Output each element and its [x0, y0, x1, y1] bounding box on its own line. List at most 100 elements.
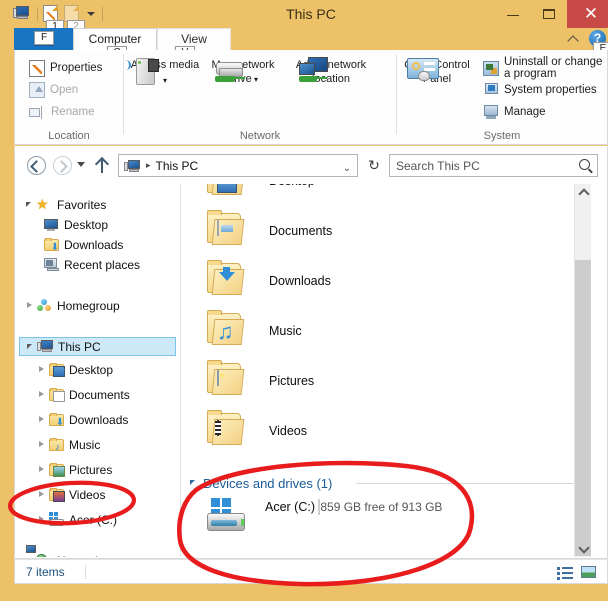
music-folder-icon: ♪ — [48, 437, 65, 453]
homegroup-icon — [36, 298, 53, 313]
drive-tile-acer-c[interactable]: Acer (C:) 859 GB free of 913 GB — [181, 498, 442, 538]
documents-folder-icon — [48, 387, 65, 402]
list-item-label: Documents — [269, 224, 333, 238]
open-icon — [29, 82, 45, 98]
refresh-icon[interactable]: ↻ — [366, 157, 382, 173]
local-disk-icon — [43, 512, 65, 527]
chevron-collapsed-icon[interactable] — [35, 463, 48, 476]
properties-icon — [29, 59, 45, 77]
sidebar-item-acer-c[interactable]: Acer (C:) — [35, 510, 117, 529]
manage-icon — [483, 104, 499, 120]
chevron-collapsed-icon[interactable] — [23, 554, 36, 557]
drive-name: Acer (C:) — [265, 500, 315, 514]
close-button[interactable]: ✕ — [567, 0, 608, 28]
sidebar-item-label: Favorites — [57, 197, 107, 212]
list-item-label: Desktop — [269, 184, 315, 188]
details-view-icon[interactable] — [557, 565, 574, 580]
desktop-folder-icon — [203, 184, 251, 201]
back-button[interactable] — [27, 156, 46, 175]
list-item[interactable]: Desktop — [181, 184, 315, 206]
list-item-label: Pictures — [269, 374, 315, 388]
keytip-file: F — [34, 31, 54, 45]
sidebar-item-videos[interactable]: Videos — [35, 485, 105, 504]
properties-label: Properties — [50, 62, 103, 74]
sidebar-item-documents[interactable]: Documents — [35, 385, 130, 404]
chevron-collapsed-icon[interactable] — [35, 388, 48, 401]
open-button[interactable]: Open — [29, 80, 78, 100]
add-network-location-button[interactable]: Add a network location — [287, 57, 375, 85]
recent-locations-icon[interactable] — [77, 162, 85, 167]
sidebar-item-network[interactable]: Network — [23, 545, 101, 557]
this-pc-icon — [37, 339, 54, 354]
sidebar-item-downloads[interactable]: ⬇ Downloads — [43, 235, 123, 254]
list-item[interactable]: Downloads — [181, 256, 331, 306]
tab-file[interactable]: F — [14, 28, 73, 50]
sidebar-item-this-pc[interactable]: This PC — [19, 337, 176, 356]
chevron-collapsed-icon[interactable] — [35, 438, 48, 451]
search-input[interactable]: Search This PC — [389, 154, 598, 177]
sidebar-item-label: Homegroup — [57, 298, 120, 313]
open-control-panel-button[interactable]: Open Control Panel — [401, 57, 473, 85]
sidebar-item-label: Documents — [69, 387, 130, 402]
scroll-down-icon[interactable] — [575, 540, 591, 557]
large-icons-view-icon[interactable] — [580, 565, 597, 580]
chevron-collapsed-icon[interactable] — [35, 513, 48, 526]
maximize-button[interactable] — [531, 0, 567, 28]
manage-button[interactable]: Manage — [483, 102, 546, 122]
sidebar-item-music[interactable]: ♪ Music — [35, 435, 100, 454]
breadcrumb-this-pc[interactable]: This PC — [156, 159, 199, 173]
chevron-collapsed-icon[interactable] — [23, 299, 36, 312]
chevron-collapsed-icon[interactable] — [35, 488, 48, 501]
sidebar-item-desktop[interactable]: Desktop — [43, 215, 108, 234]
forward-button[interactable] — [53, 156, 72, 175]
breadcrumb-bar[interactable]: ▸ This PC ⌄ — [118, 154, 358, 177]
minimize-button[interactable] — [495, 0, 531, 28]
sidebar-item-label: Downloads — [64, 237, 124, 252]
list-item[interactable]: ♫ Music — [181, 306, 302, 356]
chevron-expanded-icon[interactable] — [24, 340, 37, 353]
uninstall-program-button[interactable]: Uninstall or change a program — [483, 56, 607, 80]
sidebar-item-desktop-pc[interactable]: Desktop — [35, 360, 113, 379]
scroll-thumb[interactable] — [575, 260, 591, 556]
sidebar-item-homegroup[interactable]: Homegroup — [23, 296, 120, 315]
map-network-drive-button[interactable]: Map network drive — [207, 57, 279, 86]
sidebar-item-favorites[interactable]: ★ Favorites — [23, 195, 106, 214]
list-item[interactable]: Videos — [181, 406, 307, 456]
sidebar-item-recent-places[interactable]: Recent places — [43, 255, 140, 274]
sidebar-item-pictures[interactable]: Pictures — [35, 460, 112, 479]
videos-folder-icon — [48, 487, 65, 502]
ribbon-group-location: Properties Open Rename Location — [15, 50, 123, 143]
chevron-up-icon[interactable] — [566, 31, 582, 47]
chevron-down-icon[interactable]: ⌄ — [343, 163, 351, 174]
file-explorer-window: 1 2 This PC ✕ F Computer View C V ? E — [0, 0, 608, 601]
chevron-expanded-icon[interactable] — [23, 198, 36, 211]
system-properties-button[interactable]: System properties — [483, 80, 597, 100]
sidebar-item-label: This PC — [58, 339, 101, 354]
list-item-label: Videos — [269, 424, 307, 438]
chevron-collapsed-icon[interactable] — [35, 413, 48, 426]
scroll-up-icon[interactable] — [575, 184, 591, 201]
sidebar-item-label: Desktop — [64, 217, 109, 232]
system-properties-label: System properties — [504, 84, 597, 96]
properties-button[interactable]: Properties — [29, 58, 102, 78]
ribbon-tab-strip: F Computer View C V ? E — [7, 28, 608, 60]
access-media-button[interactable]: Access media — [128, 57, 201, 87]
rename-button[interactable]: Rename — [29, 102, 94, 122]
close-icon: ✕ — [583, 4, 599, 23]
vertical-scrollbar[interactable] — [574, 184, 591, 557]
pictures-folder-icon — [48, 462, 65, 477]
windows-local-disk-icon — [203, 498, 251, 538]
downloads-folder-icon — [203, 260, 251, 301]
open-label: Open — [50, 84, 79, 96]
group-header-devices-and-drives[interactable]: Devices and drives (1) — [181, 474, 591, 492]
pictures-folder-icon — [203, 360, 251, 401]
list-item[interactable]: Documents — [181, 206, 332, 256]
up-button[interactable] — [95, 157, 109, 173]
list-item[interactable]: Pictures — [181, 356, 314, 406]
recent-places-icon — [43, 257, 60, 272]
sidebar-item-downloads-pc[interactable]: ⬇ Downloads — [35, 410, 128, 429]
title-bar: 1 2 This PC ✕ — [7, 0, 608, 34]
triangle-down-icon[interactable] — [187, 476, 201, 490]
rename-label: Rename — [51, 106, 95, 118]
chevron-collapsed-icon[interactable] — [35, 363, 48, 376]
